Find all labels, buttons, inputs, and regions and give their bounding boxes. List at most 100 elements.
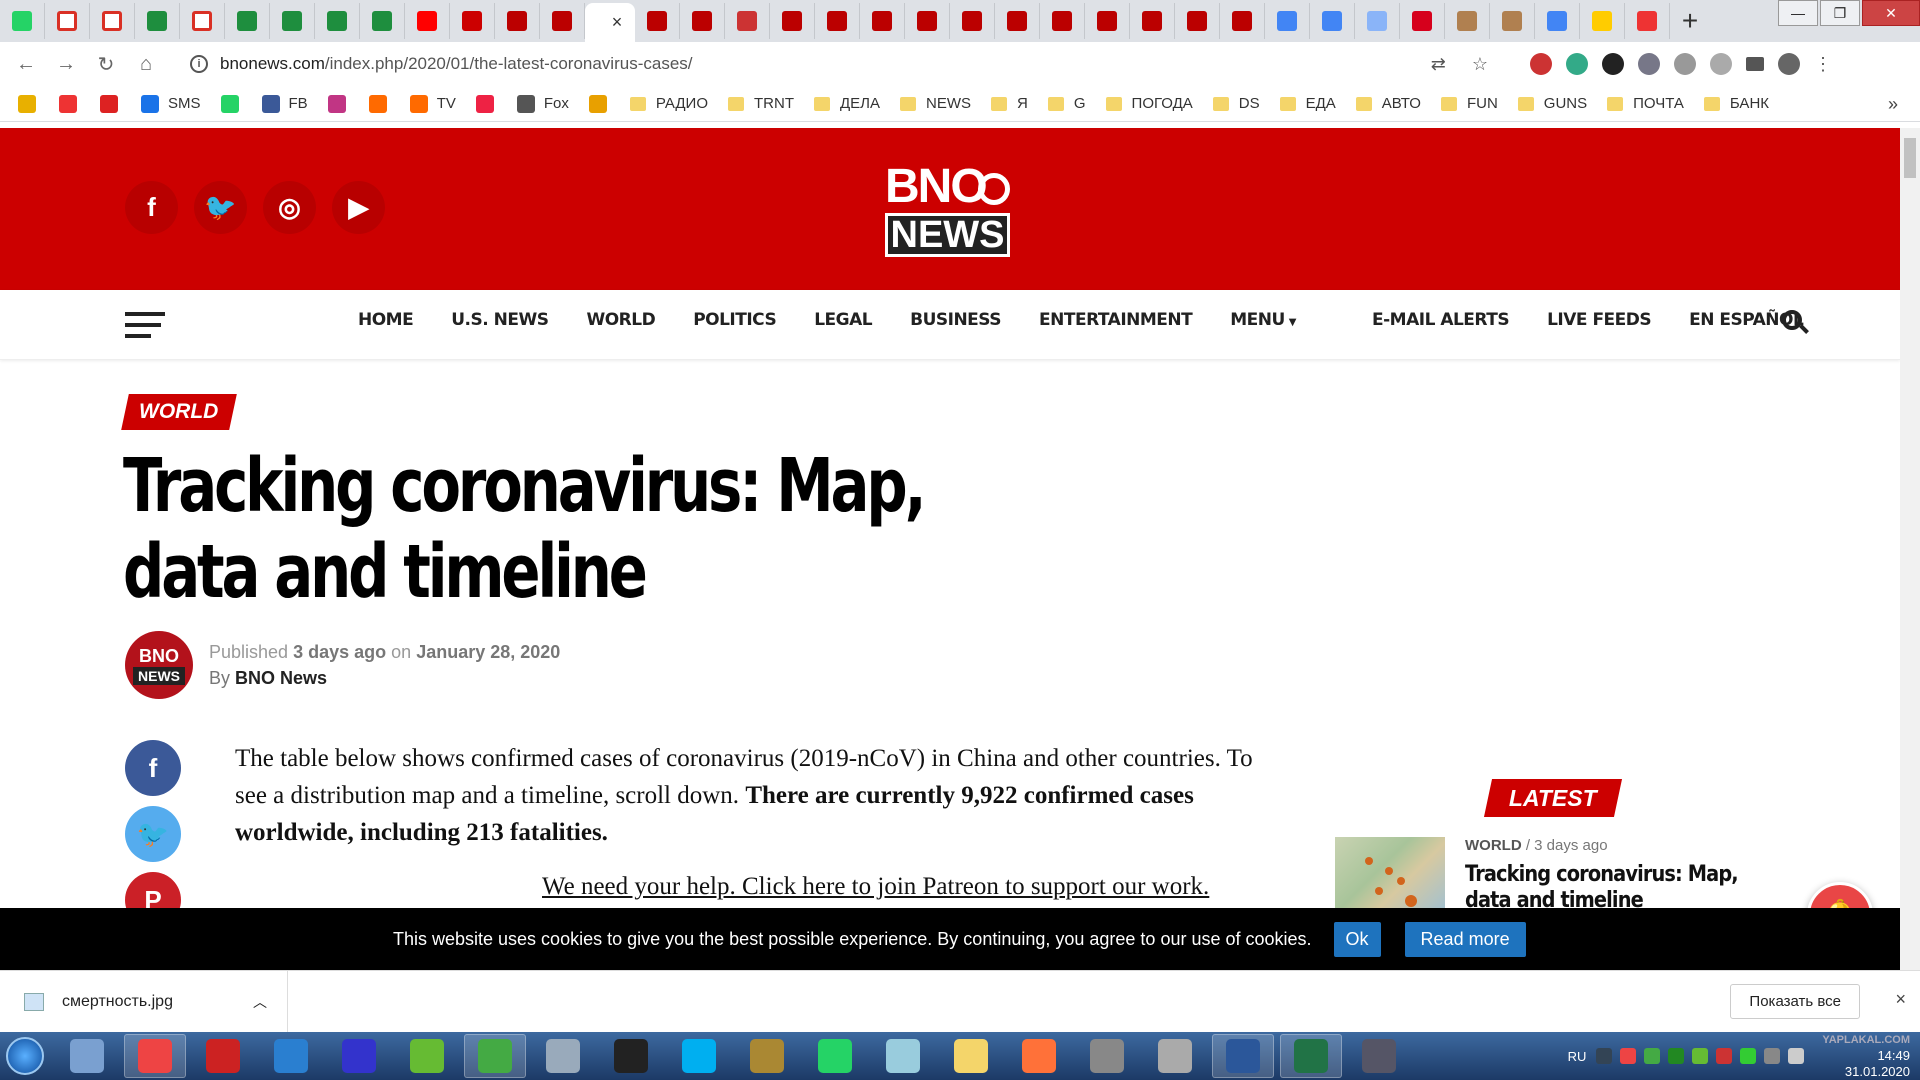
tab[interactable] [1040, 3, 1085, 39]
maximize-button[interactable]: ❐ [1820, 0, 1860, 26]
tab[interactable] [1220, 3, 1265, 39]
bookmark-item[interactable] [588, 94, 616, 113]
taskbar-app[interactable] [124, 1034, 186, 1078]
tab[interactable] [950, 3, 995, 39]
reload-icon[interactable]: ↻ [86, 52, 126, 77]
cookie-ok-button[interactable]: Ok [1333, 921, 1381, 957]
clock[interactable]: YAPLAKAL.COM 14:49 31.01.2020 [1822, 1032, 1910, 1080]
tab[interactable] [180, 3, 225, 39]
tab[interactable] [815, 3, 860, 39]
nvidia-icon[interactable] [1740, 1048, 1757, 1064]
tab[interactable] [540, 3, 585, 39]
share-facebook-icon[interactable]: f [125, 740, 181, 796]
back-icon[interactable]: ← [6, 53, 46, 76]
tab[interactable] [770, 3, 815, 39]
downloads-close-button[interactable]: × [1895, 989, 1906, 1010]
tab[interactable] [995, 3, 1040, 39]
bookmark-item[interactable]: РАДИО [629, 95, 708, 112]
cookie-read-more-button[interactable]: Read more [1404, 921, 1526, 957]
tab[interactable] [1355, 3, 1400, 39]
twitter-icon[interactable]: 🐦 [194, 181, 247, 234]
tab-close-icon[interactable]: × [612, 12, 623, 33]
bookmark-item[interactable] [475, 94, 503, 113]
bookmark-item[interactable]: DS [1212, 95, 1260, 112]
tab[interactable] [1625, 3, 1670, 39]
bookmark-item[interactable]: Fox [516, 94, 569, 113]
tab[interactable] [1085, 3, 1130, 39]
bookmark-item[interactable] [100, 94, 127, 113]
nav-item[interactable]: MENU ▼ [1230, 310, 1334, 330]
taskbar-app[interactable] [872, 1034, 934, 1078]
nav-item[interactable]: BUSINESS [910, 310, 1001, 330]
taskbar-app[interactable] [192, 1034, 254, 1078]
taskbar-app[interactable] [1348, 1034, 1410, 1078]
taskbar-app[interactable] [736, 1034, 798, 1078]
taskbar-app[interactable] [56, 1034, 118, 1078]
bookmark-item[interactable]: Я [991, 95, 1028, 112]
bookmark-item[interactable]: TRNT [728, 95, 794, 112]
chevron-up-icon[interactable]: ︿ [253, 992, 267, 1012]
author-link[interactable]: BNO News [235, 668, 327, 688]
nav-item[interactable]: E-MAIL ALERTS [1372, 310, 1510, 330]
tray-app-icon[interactable] [1668, 1048, 1685, 1064]
site-info-icon[interactable]: i [190, 55, 208, 73]
bookmark-star-icon[interactable]: ☆ [1472, 54, 1488, 75]
new-tab-button[interactable]: + [1670, 3, 1710, 39]
taskbar-app[interactable] [600, 1034, 662, 1078]
search-icon[interactable] [1782, 310, 1810, 338]
tab[interactable] [270, 3, 315, 39]
page-scrollbar[interactable] [1900, 128, 1920, 970]
taskbar-app[interactable] [1008, 1034, 1070, 1078]
tab[interactable] [405, 3, 450, 39]
nav-item[interactable]: WORLD [586, 310, 655, 330]
tab-active[interactable]: × [585, 3, 635, 42]
bookmark-item[interactable]: ПОЧТА [1607, 95, 1684, 112]
bookmark-item[interactable] [368, 94, 396, 113]
bookmark-item[interactable]: ЕДА [1279, 95, 1336, 112]
bookmark-item[interactable]: ПОГОДА [1105, 95, 1193, 112]
taskbar-app[interactable] [396, 1034, 458, 1078]
forward-icon[interactable]: → [46, 53, 86, 76]
extension-off-icon[interactable] [1566, 53, 1588, 75]
volume-icon[interactable] [1788, 1048, 1805, 1064]
tab[interactable] [225, 3, 270, 39]
facebook-icon[interactable]: f [125, 181, 178, 234]
latest-category[interactable]: WORLD [1465, 837, 1522, 854]
tab[interactable] [1535, 3, 1580, 39]
tab[interactable] [90, 3, 135, 39]
language-indicator[interactable]: RU [1568, 1049, 1587, 1064]
site-logo[interactable]: BNO NEWS [885, 163, 1013, 257]
taskbar-app[interactable] [1076, 1034, 1138, 1078]
tab[interactable] [635, 3, 680, 39]
taskbar-app[interactable] [668, 1034, 730, 1078]
network-icon[interactable] [1764, 1048, 1781, 1064]
latest-thumbnail[interactable] [1335, 837, 1445, 919]
nav-item[interactable]: LIVE FEEDS [1547, 310, 1652, 330]
youtube-icon[interactable]: ▶ [332, 181, 385, 234]
steam-icon[interactable] [1596, 1048, 1613, 1064]
address-bar[interactable]: i bnonews.com/index.php/2020/01/the-late… [176, 48, 1502, 80]
tab[interactable] [1580, 3, 1625, 39]
tab[interactable] [135, 3, 180, 39]
extension-icon[interactable] [1602, 53, 1624, 75]
tab[interactable] [1130, 3, 1175, 39]
category-badge[interactable]: WORLD [121, 394, 237, 430]
tab[interactable] [450, 3, 495, 39]
bookmark-item[interactable]: FUN [1440, 95, 1498, 112]
cloud-icon[interactable] [1710, 53, 1732, 75]
adblock-icon[interactable] [1530, 53, 1552, 75]
nav-item[interactable]: LEGAL [814, 310, 872, 330]
tab[interactable] [680, 3, 725, 39]
window-close-button[interactable]: ✕ [1862, 0, 1920, 26]
nav-item[interactable]: U.S. NEWS [451, 310, 549, 330]
taskbar-app[interactable] [1144, 1034, 1206, 1078]
bookmark-item[interactable]: БАНК [1703, 95, 1769, 112]
bookmarks-overflow-button[interactable]: » [1888, 94, 1898, 115]
tab[interactable] [1400, 3, 1445, 39]
tab[interactable] [1490, 3, 1535, 39]
tab[interactable] [495, 3, 540, 39]
tab[interactable] [1445, 3, 1490, 39]
show-all-button[interactable]: Показать все [1730, 984, 1860, 1019]
bookmark-item[interactable]: NEWS [900, 95, 971, 112]
utorrent-tray-icon[interactable] [1692, 1048, 1709, 1064]
